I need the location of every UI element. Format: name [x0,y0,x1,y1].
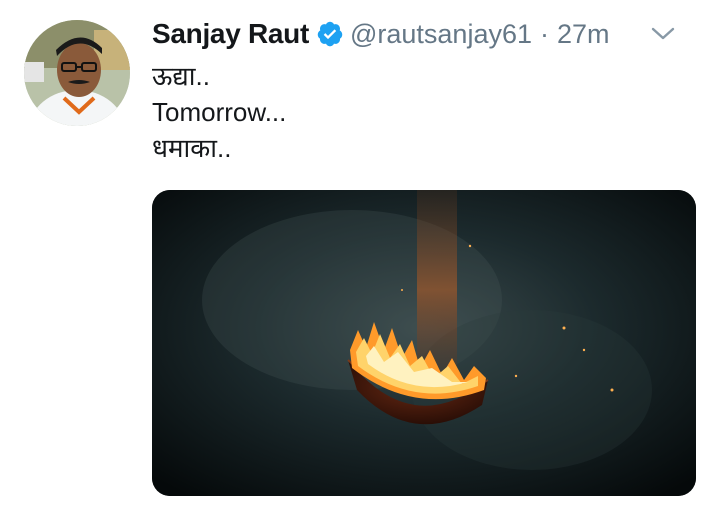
tweet-text-line: Tomorrow... [152,97,287,127]
separator-dot: · [540,18,549,49]
author-handle[interactable]: @rautsanjay61 [350,19,532,50]
tweet-text-line: ऊद्या.. [152,61,210,91]
profile-photo-icon [24,20,130,126]
tweet-timestamp[interactable]: 27m [557,19,610,50]
burning-disc-icon [152,190,696,496]
tweet-text-line: धमाका.. [152,133,232,163]
tweet-media-image[interactable] [152,190,696,496]
author-display-name[interactable]: Sanjay Raut [152,18,309,50]
chevron-down-icon[interactable] [650,24,676,44]
avatar[interactable] [24,20,130,126]
verified-badge-icon [317,21,343,47]
tweet-header: Sanjay Raut @rautsanjay61 · 27m [152,14,700,54]
tweet-text: ऊद्या.. Tomorrow... धमाका.. [152,58,286,166]
tweet: Sanjay Raut @rautsanjay61 · 27m ऊद्या.. … [0,0,720,508]
